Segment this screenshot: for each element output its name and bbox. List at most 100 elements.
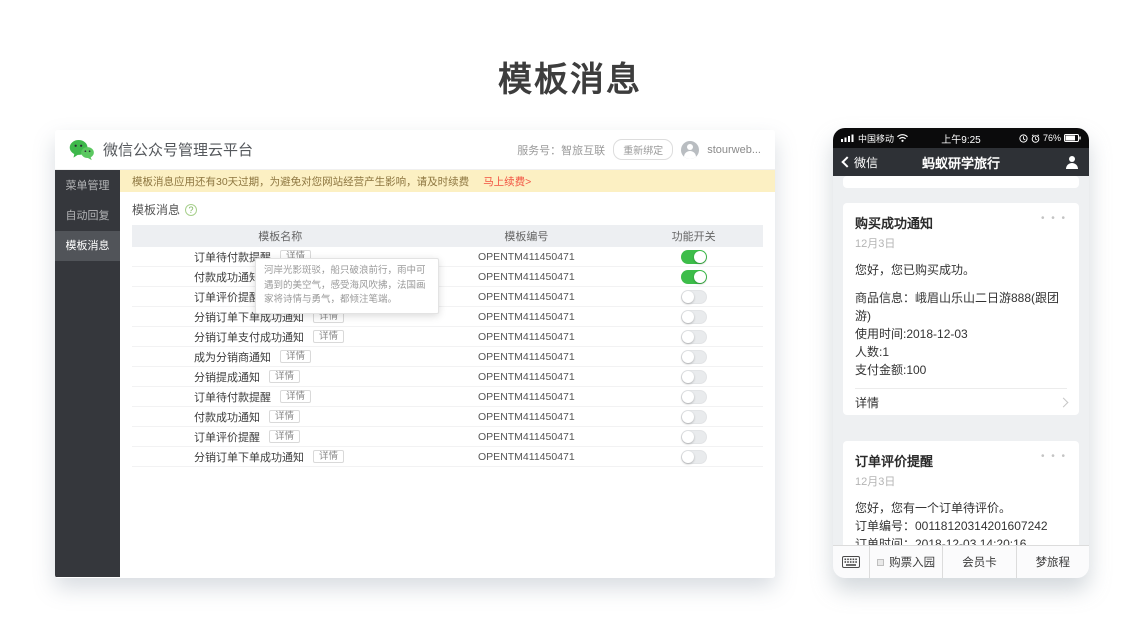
carrier-label: 中国移动 [858,132,894,145]
admin-header-right: 服务号：智旅互联 重新绑定 stourweb... [517,139,761,160]
detail-button[interactable]: 详情 [269,430,300,443]
wifi-icon [897,134,908,142]
function-toggle[interactable] [681,290,707,304]
phone-nav-bar: 微信 蚂蚁研学旅行 [833,148,1089,176]
toggle-cell [624,310,763,324]
phone-screen: 购买成功通知• • •12月3日您好，您已购买成功。商品信息：峨眉山乐山二日游8… [833,176,1089,545]
person-icon[interactable] [1065,155,1079,169]
detail-button[interactable]: 详情 [269,370,300,383]
toggle-cell [624,370,763,384]
function-toggle[interactable] [681,450,707,464]
rebind-button[interactable]: 重新绑定 [613,139,673,160]
template-name-cell: 分销订单支付成功通知详情 [132,329,429,345]
toolbar-menu-item[interactable]: 梦旅程 [1016,546,1089,578]
sidebar-item-link[interactable]: 自动回复 [55,201,120,231]
toolbar-item-label: 会员卡 [962,554,997,570]
toggle-cell [624,270,763,284]
detail-button[interactable]: 详情 [313,450,344,463]
table-header: 模板名称模板编号功能开关 [132,225,763,247]
status-bar: 中国移动 上午9:25 76% [833,128,1089,148]
message-card: 购买成功通知• • •12月3日您好，您已购买成功。商品信息：峨眉山乐山二日游8… [843,203,1079,415]
clock-label: 上午9:25 [927,131,995,146]
function-toggle[interactable] [681,370,707,384]
admin-panel: 微信公众号管理云平台 服务号：智旅互联 重新绑定 stourweb... 菜单管… [55,130,775,578]
function-toggle[interactable] [681,390,707,404]
card-line: 您好，您有一个订单待评价。 [855,499,1067,517]
function-toggle[interactable] [681,310,707,324]
nav-user-area [1019,155,1079,169]
message-card-list: 购买成功通知• • •12月3日您好，您已购买成功。商品信息：峨眉山乐山二日游8… [843,203,1079,545]
template-name-cell: 订单评价提醒详情 [132,429,429,445]
toggle-cell [624,350,763,364]
message-card: 订单评价提醒• • •12月3日您好，您有一个订单待评价。订单编号：001181… [843,441,1079,545]
function-toggle[interactable] [681,250,707,264]
toolbar-menu-item[interactable]: 会员卡 [942,546,1015,578]
more-dots-icon[interactable]: • • • [1041,213,1067,224]
menu-square-icon [877,559,884,566]
status-right: 76% [995,133,1081,143]
table-row: 订单待付款提醒详情OPENTM411450471 [132,387,763,407]
card-line: 订单时间：2018-12-03 14:20:16 [855,535,1067,545]
alarm-icon [1031,134,1040,143]
phone-mockup: 中国移动 上午9:25 76% [833,128,1089,578]
table-row: 分销提成通知详情OPENTM411450471 [132,367,763,387]
signal-icon [841,134,855,142]
card-paragraph: 商品信息：峨眉山乐山二日游888(跟团游)使用时间:2018-12-03人数:1… [855,289,1067,379]
template-name: 订单评价提醒 [194,429,260,445]
template-code: OPENTM411450471 [429,431,625,443]
template-name: 分销订单支付成功通知 [194,329,304,345]
template-name: 付款成功通知 [194,269,260,285]
help-icon[interactable]: ? [185,204,197,216]
template-name-cell: 分销提成通知详情 [132,369,429,385]
function-toggle[interactable] [681,410,707,424]
detail-button[interactable]: 详情 [269,410,300,423]
username[interactable]: stourweb... [707,144,761,156]
card-date: 12月3日 [855,235,1067,251]
chevron-right-icon [1059,397,1069,407]
toggle-cell [624,450,763,464]
tooltip: 河岸光影斑驳，船只破浪前行，雨中可遇到的美空气，感受海风吹拂，法国画家将诗情与勇… [255,258,439,314]
keyboard-icon[interactable] [833,546,869,578]
detail-button[interactable]: 详情 [313,330,344,343]
toolbar-menu-item[interactable]: 购票入园 [869,546,942,578]
card-line: 您好，您已购买成功。 [855,261,1067,279]
template-name: 分销提成通知 [194,369,260,385]
back-button[interactable]: 微信 [843,154,903,171]
function-toggle[interactable] [681,430,707,444]
renew-now-link[interactable]: 马上续费> [483,174,531,189]
function-toggle[interactable] [681,330,707,344]
admin-header: 微信公众号管理云平台 服务号：智旅互联 重新绑定 stourweb... [55,130,775,170]
sidebar-item-active[interactable]: 模板消息 [55,231,120,261]
more-dots-icon[interactable]: • • • [1041,451,1067,462]
toggle-cell [624,250,763,264]
function-toggle[interactable] [681,270,707,284]
template-code: OPENTM411450471 [429,411,625,423]
template-name-cell: 订单待付款提醒详情 [132,389,429,405]
table-row: 分销订单支付成功通知详情OPENTM411450471 [132,327,763,347]
admin-body: 菜单管理自动回复模板消息 模板消息应用还有30天过期，为避免对您网站经营产生影响… [55,170,775,577]
detail-button[interactable]: 详情 [280,390,311,403]
template-name: 订单待付款提醒 [194,389,271,405]
detail-button[interactable]: 详情 [280,350,311,363]
toggle-cell [624,410,763,424]
service-account-label: 服务号：智旅互联 [517,142,605,158]
back-label: 微信 [854,154,878,171]
table-row: 分销订单下单成功通知详情OPENTM411450471 [132,307,763,327]
card-line: 商品信息：峨眉山乐山二日游888(跟团游) [855,289,1067,325]
sidebar-item-link[interactable]: 菜单管理 [55,171,120,201]
phone-toolbar: 购票入园 会员卡 梦旅程 [833,545,1089,578]
toolbar-item-label: 梦旅程 [1036,554,1071,570]
template-code: OPENTM411450471 [429,371,625,383]
table-body: 订单待付款提醒详情OPENTM411450471付款成功通知详情OPENTM41… [132,247,763,467]
toggle-cell [624,430,763,444]
card-line: 订单编号：00118120314201607242 [855,517,1067,535]
card-detail-link[interactable]: 详情 [855,388,1067,415]
table-row: 分销订单下单成功通知详情OPENTM411450471 [132,447,763,467]
toggle-cell [624,390,763,404]
template-code: OPENTM411450471 [429,291,625,303]
template-name: 成为分销商通知 [194,349,271,365]
function-toggle[interactable] [681,350,707,364]
avatar[interactable] [681,141,699,159]
sidebar: 菜单管理自动回复模板消息 [55,170,120,577]
battery-label: 76% [1043,133,1061,143]
